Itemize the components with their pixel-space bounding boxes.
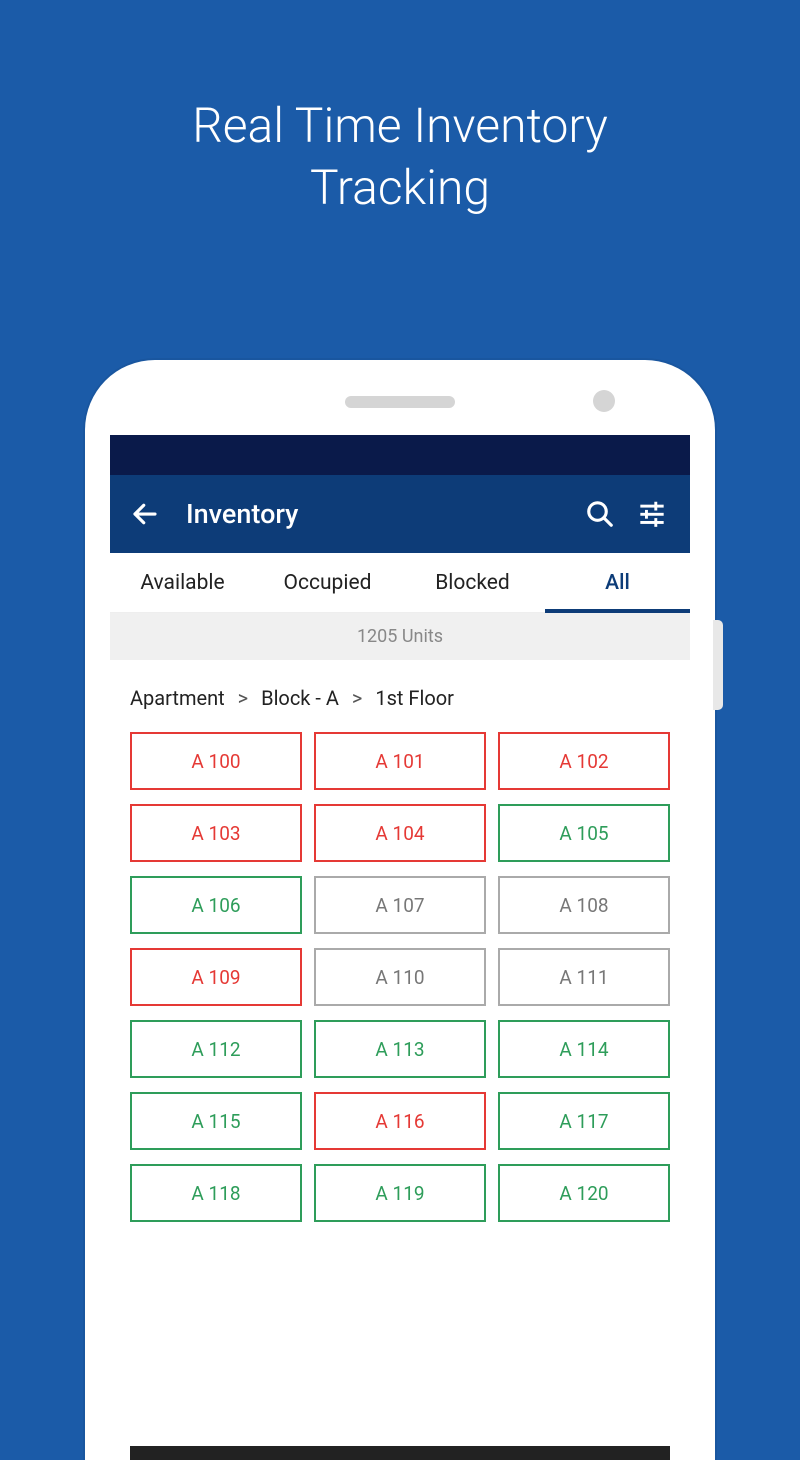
unit-cell[interactable]: A 104 bbox=[314, 804, 486, 862]
unit-cell[interactable]: A 105 bbox=[498, 804, 670, 862]
hero-line-1: Real Time Inventory bbox=[192, 97, 608, 154]
unit-cell[interactable]: A 101 bbox=[314, 732, 486, 790]
unit-cell[interactable]: A 112 bbox=[130, 1020, 302, 1078]
unit-cell[interactable]: A 106 bbox=[130, 876, 302, 934]
phone-speaker bbox=[345, 396, 455, 408]
unit-cell[interactable]: A 110 bbox=[314, 948, 486, 1006]
page-title: Inventory bbox=[186, 498, 568, 530]
hero-title: Real Time Inventory Tracking bbox=[0, 0, 800, 220]
unit-cell[interactable]: A 118 bbox=[130, 1164, 302, 1222]
unit-cell[interactable]: A 114 bbox=[498, 1020, 670, 1078]
unit-cell[interactable]: A 109 bbox=[130, 948, 302, 1006]
breadcrumb-level-2[interactable]: Block - A bbox=[261, 686, 339, 710]
unit-cell[interactable]: A 100 bbox=[130, 732, 302, 790]
app-header: Inventory bbox=[110, 475, 690, 553]
unit-cell[interactable]: A 117 bbox=[498, 1092, 670, 1150]
unit-cell[interactable]: A 111 bbox=[498, 948, 670, 1006]
tab-occupied[interactable]: Occupied bbox=[255, 553, 400, 612]
unit-cell[interactable]: A 107 bbox=[314, 876, 486, 934]
search-button[interactable] bbox=[580, 494, 620, 534]
bottom-bar bbox=[130, 1446, 670, 1460]
status-bar bbox=[110, 435, 690, 475]
unit-cell[interactable]: A 115 bbox=[130, 1092, 302, 1150]
unit-cell[interactable]: A 108 bbox=[498, 876, 670, 934]
breadcrumb-level-3[interactable]: 1st Floor bbox=[375, 686, 454, 710]
unit-count: 1205 Units bbox=[110, 613, 690, 660]
screen: Inventory AvailableOccupiedBlockedAll bbox=[110, 435, 690, 1460]
breadcrumb-level-1[interactable]: Apartment bbox=[130, 686, 225, 710]
tab-available[interactable]: Available bbox=[110, 553, 255, 612]
back-button[interactable] bbox=[128, 497, 162, 531]
filter-button[interactable] bbox=[632, 494, 672, 534]
arrow-left-icon bbox=[130, 499, 160, 529]
tune-icon bbox=[638, 500, 666, 528]
phone-camera bbox=[593, 390, 615, 412]
phone-side-button bbox=[713, 620, 723, 710]
unit-cell[interactable]: A 103 bbox=[130, 804, 302, 862]
chevron-right-icon: > bbox=[238, 686, 248, 710]
search-icon bbox=[585, 499, 615, 529]
unit-cell[interactable]: A 120 bbox=[498, 1164, 670, 1222]
unit-cell[interactable]: A 119 bbox=[314, 1164, 486, 1222]
unit-cell[interactable]: A 102 bbox=[498, 732, 670, 790]
hero-line-2: Tracking bbox=[310, 159, 490, 216]
phone-frame: Inventory AvailableOccupiedBlockedAll bbox=[85, 360, 715, 1460]
unit-cell[interactable]: A 116 bbox=[314, 1092, 486, 1150]
tabs: AvailableOccupiedBlockedAll bbox=[110, 553, 690, 613]
chevron-right-icon: > bbox=[352, 686, 362, 710]
breadcrumb: Apartment > Block - A > 1st Floor bbox=[110, 660, 690, 732]
tab-all[interactable]: All bbox=[545, 553, 690, 612]
unit-grid: A 100A 101A 102 A 103A 104A 105 A 106A 107… bbox=[110, 732, 690, 1222]
unit-cell[interactable]: A 113 bbox=[314, 1020, 486, 1078]
tab-blocked[interactable]: Blocked bbox=[400, 553, 545, 612]
